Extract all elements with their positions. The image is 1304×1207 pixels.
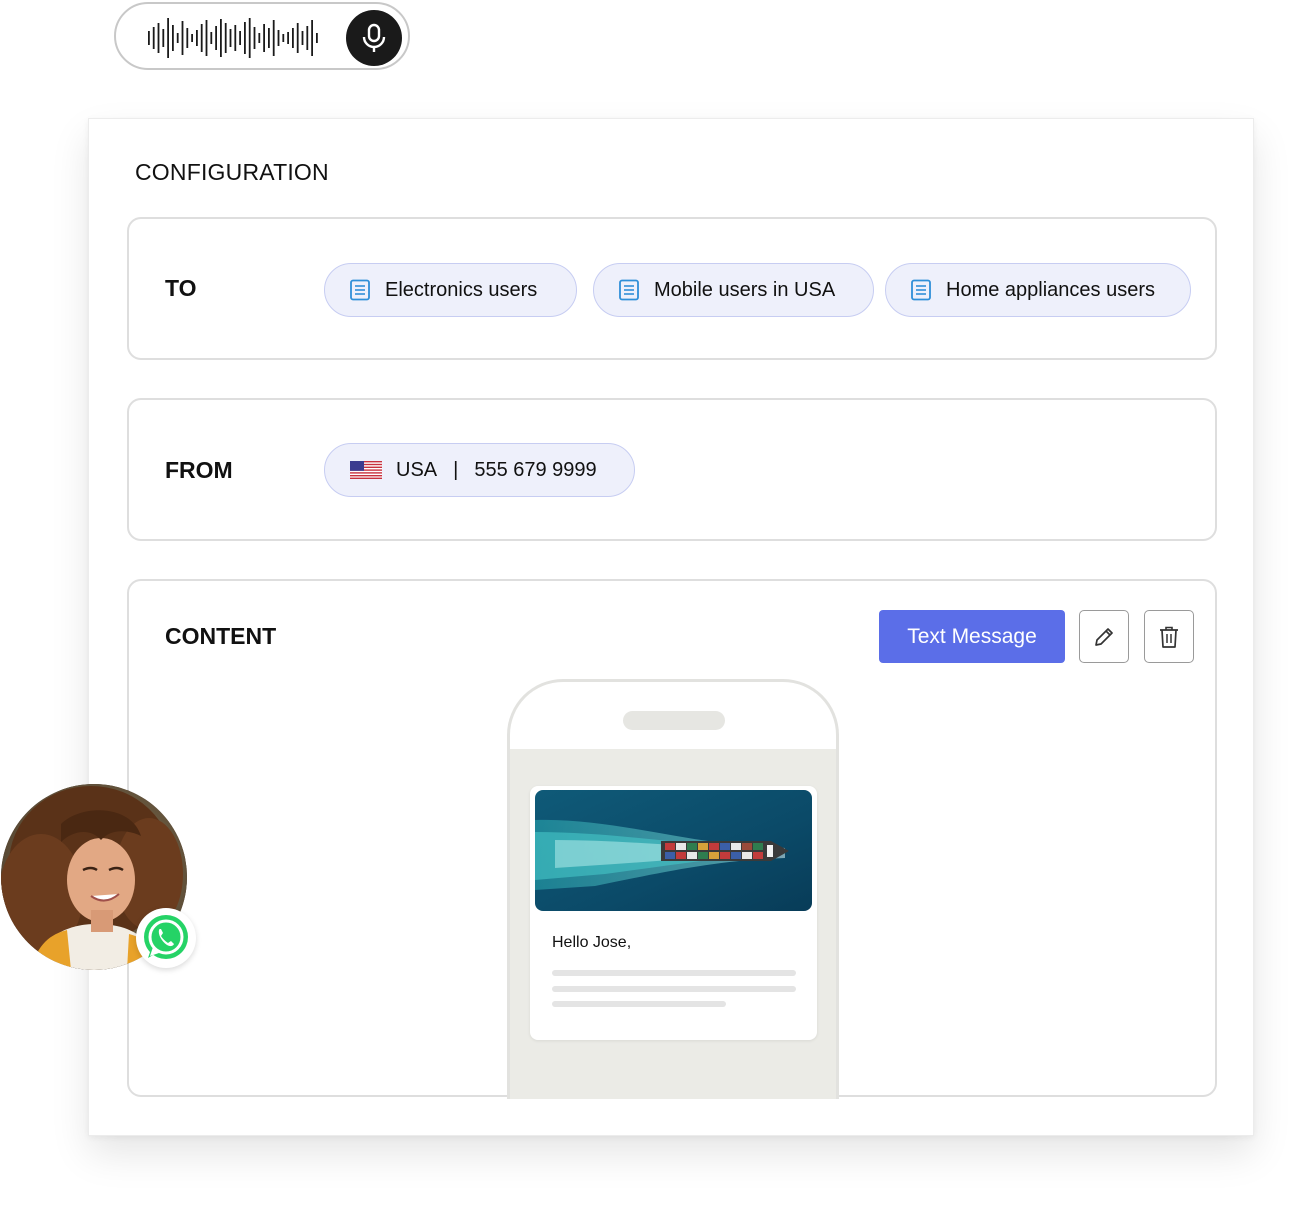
whatsapp-badge [136,908,196,968]
waveform-bar [210,32,213,44]
message-text-placeholder-line [552,970,796,976]
waveform-bar [148,31,150,45]
waveform-bar [181,21,184,55]
microphone-button[interactable] [346,10,402,66]
separator: | [453,458,459,481]
waveform-bar [220,19,222,57]
recipient-chip-home-appliances[interactable]: Home appliances users [885,263,1191,317]
recipient-chip-electronics[interactable]: Electronics users [324,263,577,317]
waveform-bar [316,33,318,43]
to-section: TO Electronics users Mobile users in USA [127,217,1217,360]
configuration-title: CONFIGURATION [135,159,329,185]
waveform-bar [191,34,193,42]
waveform-bar [301,31,304,45]
audio-waveform-icon [148,18,318,58]
waveform-bar [224,23,227,53]
whatsapp-icon [144,915,188,959]
waveform-bar [277,30,280,46]
waveform-bar [263,24,265,52]
waveform-bar [306,26,309,50]
phone-screen: Hello Jose, [510,749,836,1099]
phone-speaker [623,711,725,730]
to-label: TO [165,275,197,301]
waveform-bar [292,28,294,48]
waveform-bar [244,22,246,54]
message-text-placeholder-line [552,986,796,992]
content-label: CONTENT [165,623,277,649]
waveform-bar [296,23,299,53]
waveform-bar [282,34,285,42]
waveform-bar [268,28,270,48]
us-flag-icon [350,461,382,479]
message-greeting: Hello Jose, [552,934,632,951]
cargo-ship-image [535,790,812,911]
list-document-icon [619,279,639,301]
microphone-icon [362,23,386,52]
waveform-bar [234,25,237,51]
waveform-bar [205,20,208,56]
waveform-bar [196,30,198,46]
cargo-ship-photo [535,790,812,911]
content-section: CONTENT Text Message Hello Jose, [127,579,1217,1099]
waveform-bar [157,23,160,53]
waveform-bar [229,29,232,47]
waveform-bar [172,25,174,51]
recipient-chip-mobile-usa[interactable]: Mobile users in USA [593,263,874,317]
waveform-bar [176,33,179,43]
voice-input-pill[interactable] [114,2,410,70]
sender-number-chip[interactable]: USA | 555 679 9999 [324,443,635,497]
waveform-bar [248,18,251,58]
delete-button[interactable] [1144,610,1194,663]
phone-preview: Hello Jose, [507,679,839,1099]
waveform-bar [200,24,203,52]
text-message-button[interactable]: Text Message [879,610,1065,663]
waveform-bar [311,20,313,56]
waveform-bar [152,27,155,49]
waveform-bar [162,29,165,47]
waveform-bar [272,20,275,56]
waveform-bar [287,32,289,44]
chip-label: Home appliances users [946,278,1155,301]
waveform-bar [239,31,241,45]
list-document-icon [350,279,370,301]
chip-label: Electronics users [385,278,538,301]
from-section: FROM USA | 555 679 9999 [127,398,1217,541]
waveform-bar [215,26,217,50]
sender-country: USA [396,458,438,481]
from-label: FROM [165,457,233,483]
waveform-bar [253,27,256,49]
configuration-card: CONFIGURATION TO Electronics users Mobil… [88,118,1254,1136]
sender-phone-number: 555 679 9999 [474,458,597,481]
waveform-bar [186,28,189,48]
trash-icon [1160,626,1178,648]
chip-label: Mobile users in USA [654,278,836,301]
message-card: Hello Jose, [530,786,817,1040]
message-text-placeholder-line [552,1001,726,1007]
waveform-bar [167,18,169,58]
waveform-bar [258,33,261,43]
pencil-icon [1095,627,1113,646]
list-document-icon [911,279,931,301]
edit-button[interactable] [1079,610,1129,663]
